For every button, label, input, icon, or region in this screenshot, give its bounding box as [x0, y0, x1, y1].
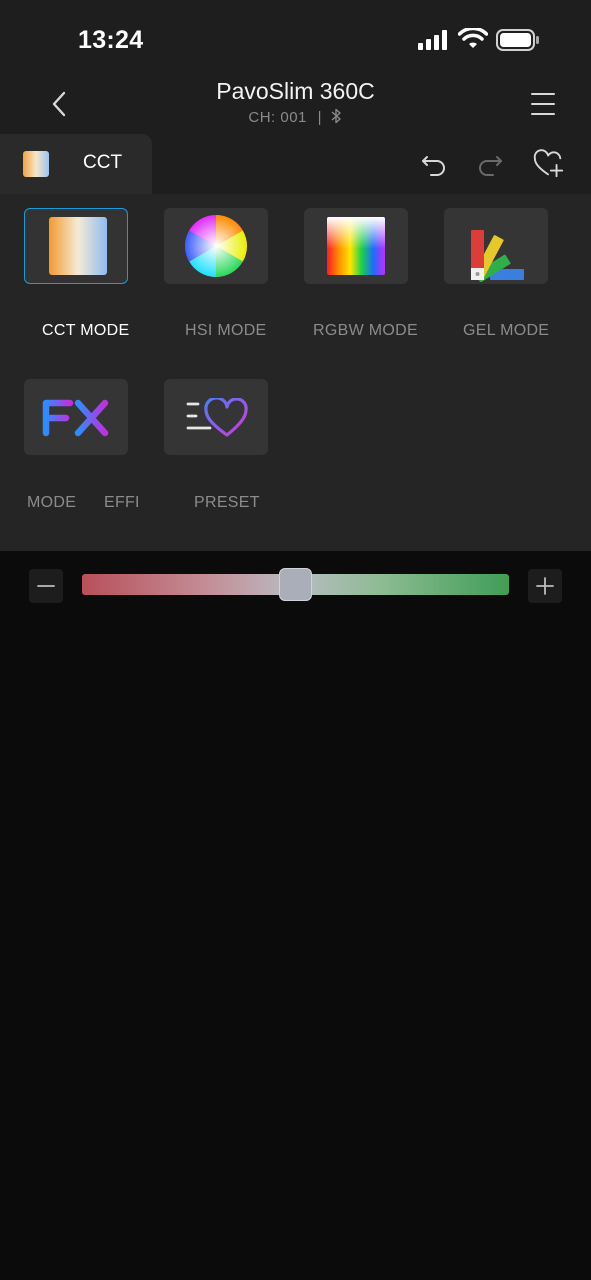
status-time: 13:24 — [78, 26, 144, 54]
undo-icon[interactable] — [418, 148, 450, 180]
hsi-mode-label: HSI MODE — [185, 322, 267, 339]
rgbw-mode-button[interactable] — [304, 208, 408, 284]
gel-mode-button[interactable] — [444, 208, 548, 284]
plus-icon — [536, 577, 554, 595]
cct-mode-button[interactable] — [24, 208, 128, 284]
decrease-button[interactable] — [29, 569, 63, 603]
nav-header: PavoSlim 360C CH: 001 | — [0, 78, 591, 134]
hsi-mode-button[interactable] — [164, 208, 268, 284]
channel-label: CH: 001 — [248, 109, 307, 126]
cellular-signal-icon — [418, 30, 447, 50]
cct-swatch-icon — [23, 151, 49, 177]
gel-swatch-fan-icon — [471, 230, 524, 282]
cct-mode-label: CCT MODE — [42, 322, 130, 339]
bluetooth-icon — [331, 108, 341, 124]
increase-button[interactable] — [528, 569, 562, 603]
hsi-color-wheel-icon — [185, 215, 247, 277]
value-slider-row — [0, 551, 591, 621]
rgbw-spectrum-icon — [327, 217, 385, 275]
cct-icon — [49, 217, 107, 275]
fx-mode-label-left: MODE — [27, 494, 77, 511]
subtitle-separator: | — [317, 109, 322, 126]
slider-thumb[interactable] — [279, 568, 312, 601]
tab-cct[interactable]: CCT — [0, 134, 152, 194]
gel-mode-label: GEL MODE — [463, 322, 550, 339]
status-bar: 13:24 — [0, 0, 591, 80]
battery-icon — [496, 29, 539, 51]
device-title: PavoSlim 360C — [216, 78, 375, 104]
preset-heart-icon — [186, 398, 248, 437]
mode-panel: CCT MODE HSI MODE RGBW MODE GEL MODE MOD… — [0, 194, 591, 551]
tab-cct-label: CCT — [83, 152, 123, 173]
device-subtitle: CH: 001 | — [0, 108, 591, 126]
redo-icon[interactable] — [474, 148, 506, 180]
favorite-add-icon[interactable] — [533, 148, 565, 180]
minus-icon — [37, 585, 55, 587]
preset-mode-button[interactable] — [164, 379, 268, 455]
fx-mode-button[interactable] — [24, 379, 128, 455]
fx-mode-label-right: EFFE — [104, 494, 138, 511]
mode-tab-bar: CCT — [0, 134, 591, 194]
hamburger-menu-icon[interactable] — [530, 92, 556, 116]
preset-mode-label: PRESET — [194, 494, 260, 511]
rgbw-mode-label: RGBW MODE — [313, 322, 418, 339]
wifi-icon — [458, 28, 488, 48]
fx-icon — [42, 399, 109, 437]
